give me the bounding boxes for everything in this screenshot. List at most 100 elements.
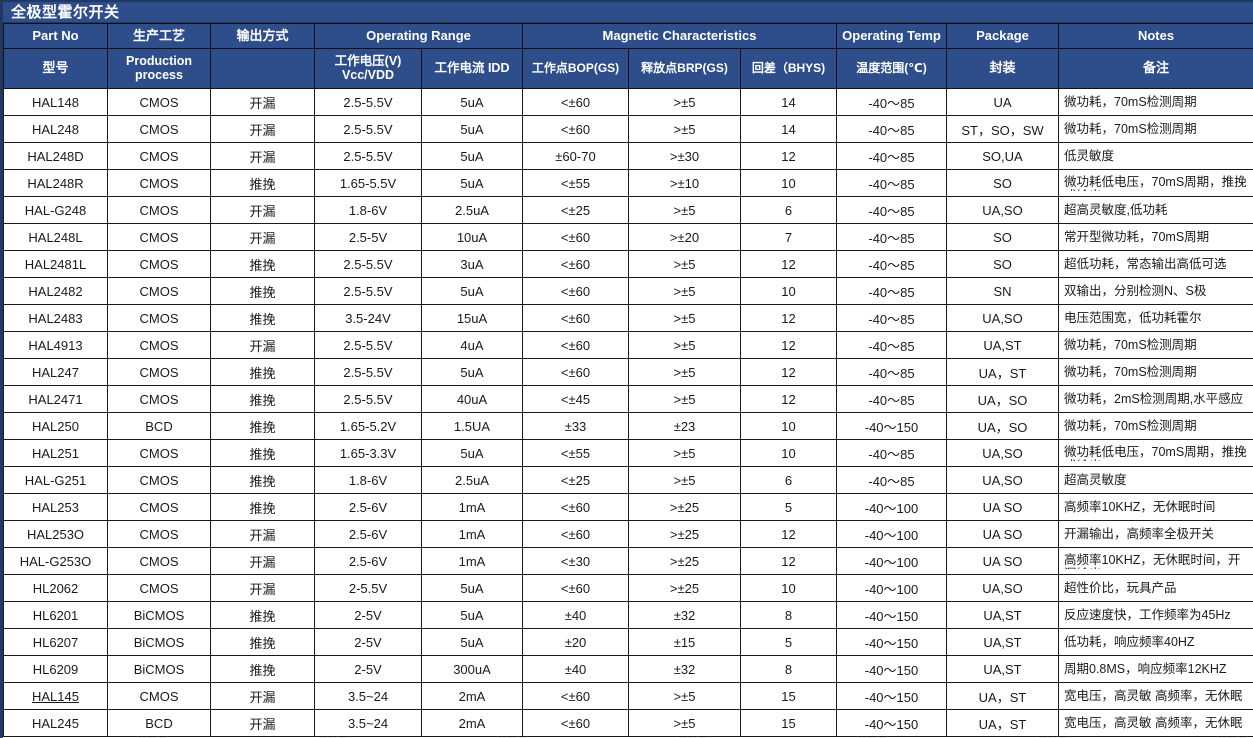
subheader-production-process[interactable]: Production process — [107, 48, 211, 89]
cell-part-no[interactable]: HAL-G253O — [3, 547, 108, 575]
cell-notes[interactable]: 超高灵敏度,低功耗 — [1058, 196, 1253, 224]
cell-bhys[interactable]: 14 — [740, 88, 837, 116]
cell-temp-range[interactable]: -40～85 — [836, 466, 947, 494]
cell-operating-voltage[interactable]: 2.5-5.5V — [314, 277, 422, 305]
cell-operating-voltage[interactable]: 2.5-5.5V — [314, 358, 422, 386]
cell-production-process[interactable]: CMOS — [107, 358, 211, 386]
cell-production-process[interactable]: CMOS — [107, 682, 211, 710]
cell-part-no[interactable]: HAL2482 — [3, 277, 108, 305]
cell-brp[interactable]: >±5 — [628, 385, 741, 413]
cell-bhys[interactable]: 6 — [740, 196, 837, 224]
table-row[interactable]: HAL2471 CMOS 推挽 2.5-5.5V 40uA <±45 >±5 12 -40～85… — [3, 385, 1253, 413]
cell-brp[interactable]: >±5 — [628, 331, 741, 359]
cell-operating-current[interactable]: 5uA — [421, 169, 523, 197]
cell-operating-current[interactable]: 5uA — [421, 628, 523, 656]
cell-bop[interactable]: <±60 — [522, 223, 629, 251]
cell-package[interactable]: UA,SO — [946, 466, 1059, 494]
cell-production-process[interactable]: BiCMOS — [107, 628, 211, 656]
cell-operating-current[interactable]: 1mA — [421, 547, 523, 575]
cell-bhys[interactable]: 10 — [740, 439, 837, 467]
cell-production-process[interactable]: CMOS — [107, 385, 211, 413]
cell-bop[interactable]: ±20 — [522, 628, 629, 656]
cell-notes[interactable]: 微功耗低电压，70mS周期，推挽式输出 — [1058, 169, 1253, 197]
cell-brp[interactable]: >±5 — [628, 196, 741, 224]
cell-notes[interactable]: 常开型微功耗，70mS周期 — [1058, 223, 1253, 251]
cell-bop[interactable]: <±60 — [522, 115, 629, 143]
table-row[interactable]: HAL248D CMOS 开漏 2.5-5.5V 5uA ±60-70 >±30 12 -40～… — [3, 142, 1253, 170]
cell-bhys[interactable]: 14 — [740, 115, 837, 143]
cell-production-process[interactable]: CMOS — [107, 142, 211, 170]
cell-temp-range[interactable]: -40～85 — [836, 88, 947, 116]
cell-output-type[interactable]: 开漏 — [210, 547, 315, 575]
cell-notes[interactable]: 超低功耗，常态输出高低可选 — [1058, 250, 1253, 278]
cell-bhys[interactable]: 8 — [740, 655, 837, 683]
cell-production-process[interactable]: BiCMOS — [107, 655, 211, 683]
cell-output-type[interactable]: 开漏 — [210, 115, 315, 143]
cell-brp[interactable]: >±25 — [628, 574, 741, 602]
cell-output-type[interactable]: 开漏 — [210, 331, 315, 359]
cell-package[interactable]: UA,ST — [946, 655, 1059, 683]
cell-notes[interactable]: 微功耗，70mS检测周期 — [1058, 88, 1253, 116]
cell-notes[interactable]: 高频率10KHZ，无休眠时间，开漏输出 — [1058, 547, 1253, 575]
table-row[interactable]: HAL148 CMOS 开漏 2.5-5.5V 5uA <±60 >±5 14 -40～85 UA… — [3, 88, 1253, 116]
header-output-type[interactable]: 输出方式 — [210, 23, 315, 49]
cell-bhys[interactable]: 12 — [740, 250, 837, 278]
cell-temp-range[interactable]: -40～100 — [836, 547, 947, 575]
cell-bop[interactable]: <±60 — [522, 331, 629, 359]
table-row[interactable]: HL6201 BiCMOS 推挽 2-5V 5uA ±40 ±32 8 -40～150 UA,ST… — [3, 601, 1253, 629]
cell-operating-voltage[interactable]: 2.5-5.5V — [314, 115, 422, 143]
header-package[interactable]: Package — [946, 23, 1059, 49]
cell-output-type[interactable]: 推挽 — [210, 169, 315, 197]
cell-operating-voltage[interactable]: 2-5V — [314, 628, 422, 656]
cell-bop[interactable]: <±60 — [522, 88, 629, 116]
cell-operating-current[interactable]: 1mA — [421, 493, 523, 521]
table-row[interactable]: HAL251 CMOS 推挽 1.65-3.3V 5uA <±55 >±5 10 -40～85 U… — [3, 439, 1253, 467]
cell-package[interactable]: SO — [946, 169, 1059, 197]
cell-package[interactable]: ST，SO，SW — [946, 115, 1059, 143]
cell-bhys[interactable]: 15 — [740, 682, 837, 710]
cell-bop[interactable]: <±60 — [522, 277, 629, 305]
cell-part-no[interactable]: HL6209 — [3, 655, 108, 683]
cell-bop[interactable]: <±55 — [522, 169, 629, 197]
subheader-temp-range[interactable]: 温度范围(℃) — [836, 48, 947, 89]
cell-bop[interactable]: ±40 — [522, 601, 629, 629]
cell-temp-range[interactable]: -40～85 — [836, 196, 947, 224]
cell-operating-current[interactable]: 1.5UA — [421, 412, 523, 440]
subheader-bop[interactable]: 工作点BOP(GS) — [522, 48, 629, 89]
cell-notes[interactable]: 周期0.8MS，响应频率12KHZ — [1058, 655, 1253, 683]
cell-package[interactable]: UA,SO — [946, 304, 1059, 332]
cell-package[interactable]: UA SO — [946, 493, 1059, 521]
cell-operating-current[interactable]: 2mA — [421, 709, 523, 737]
cell-package[interactable]: UA，SO — [946, 385, 1059, 413]
cell-operating-voltage[interactable]: 1.8-6V — [314, 196, 422, 224]
cell-temp-range[interactable]: -40～85 — [836, 439, 947, 467]
cell-operating-voltage[interactable]: 2.5-5.5V — [314, 331, 422, 359]
cell-bhys[interactable]: 12 — [740, 547, 837, 575]
cell-temp-range[interactable]: -40～85 — [836, 385, 947, 413]
cell-package[interactable]: UA,ST — [946, 331, 1059, 359]
cell-operating-current[interactable]: 5uA — [421, 574, 523, 602]
cell-operating-voltage[interactable]: 2.5-6V — [314, 493, 422, 521]
cell-output-type[interactable]: 推挽 — [210, 655, 315, 683]
cell-notes[interactable]: 微功耗低电压，70mS周期，推挽式输出 — [1058, 439, 1253, 467]
cell-temp-range[interactable]: -40～100 — [836, 574, 947, 602]
table-row[interactable]: HAL145 CMOS 开漏 3.5~24 2mA <±60 >±5 15 -40～150 UA，… — [3, 682, 1253, 710]
cell-brp[interactable]: >±30 — [628, 142, 741, 170]
cell-operating-current[interactable]: 15uA — [421, 304, 523, 332]
cell-notes[interactable]: 低功耗，响应频率40HZ — [1058, 628, 1253, 656]
cell-output-type[interactable]: 推挽 — [210, 466, 315, 494]
table-row[interactable]: HAL-G253O CMOS 开漏 2.5-6V 1mA <±30 >±25 12 -40～10… — [3, 547, 1253, 575]
table-row[interactable]: HAL-G248 CMOS 开漏 1.8-6V 2.5uA <±25 >±5 6 -40～85 U… — [3, 196, 1253, 224]
table-row[interactable]: HAL2482 CMOS 推挽 2.5-5.5V 5uA <±60 >±5 10 -40～85 S… — [3, 277, 1253, 305]
cell-brp[interactable]: ±32 — [628, 655, 741, 683]
table-row[interactable]: HAL2483 CMOS 推挽 3.5-24V 15uA <±60 >±5 12 -40～85 U… — [3, 304, 1253, 332]
cell-part-no[interactable]: HAL148 — [3, 88, 108, 116]
cell-part-no[interactable]: HAL253 — [3, 493, 108, 521]
cell-operating-current[interactable]: 300uA — [421, 655, 523, 683]
cell-brp[interactable]: >±25 — [628, 520, 741, 548]
cell-production-process[interactable]: CMOS — [107, 331, 211, 359]
table-row[interactable]: HAL248L CMOS 开漏 2.5-5V 10uA <±60 >±20 7 -40～85 SO… — [3, 223, 1253, 251]
subheader-package[interactable]: 封装 — [946, 48, 1059, 89]
cell-output-type[interactable]: 推挽 — [210, 601, 315, 629]
cell-production-process[interactable]: CMOS — [107, 88, 211, 116]
